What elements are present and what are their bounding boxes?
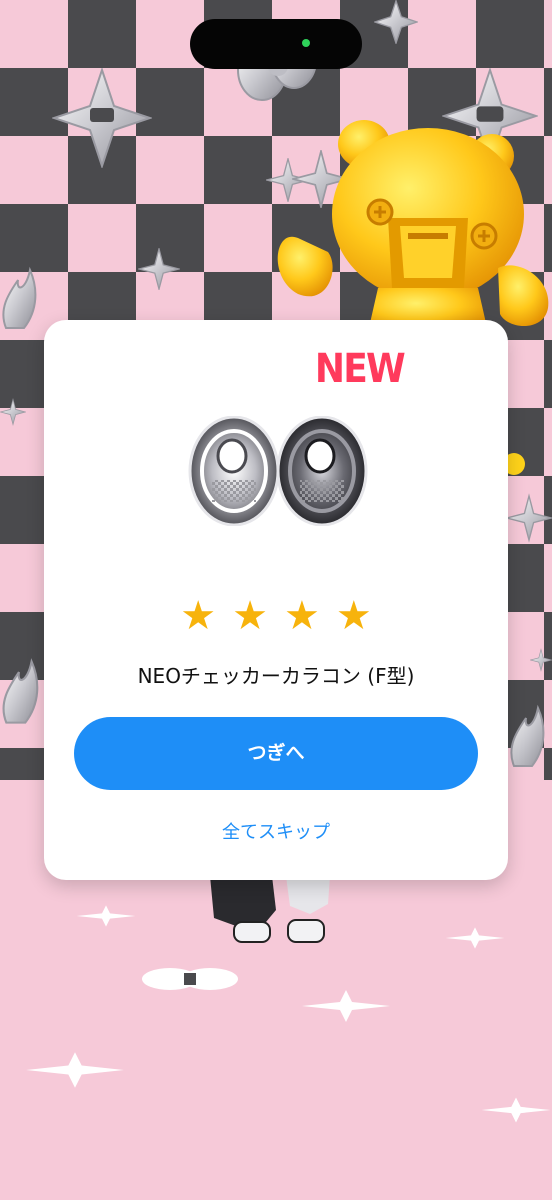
new-badge: NEW — [314, 346, 406, 392]
chrome-flame-icon — [510, 704, 545, 767]
floor-sparkle-decal-icon — [302, 990, 390, 1022]
chrome-sparkle-icon — [52, 68, 152, 168]
golden-bear-character — [277, 120, 549, 332]
chrome-sparkle-icon — [138, 248, 180, 290]
star-icon: ★ — [284, 593, 320, 639]
rarity-stars: ★ ★ ★ ★ — [44, 594, 508, 638]
chrome-sparkle-icon — [530, 648, 552, 672]
checker-contact-lens-icon — [188, 416, 368, 526]
chrome-sparkle-icon — [0, 397, 26, 427]
item-name: NEOチェッカーカラコン (F型) — [137, 664, 415, 688]
chrome-sparkle-icon — [506, 493, 552, 543]
game-screen: NEW ★ ★ ★ ★ NEOチェッカーカラコン (F型) つぎへ 全てスキップ — [0, 0, 552, 1200]
floor-sparkle-decal-icon — [76, 905, 136, 927]
floor-sparkle-decal-icon — [445, 927, 505, 949]
floor-sparkle-decal-icon — [481, 1097, 551, 1123]
camera-indicator-dot — [302, 39, 310, 47]
item-reward-dialog: NEW ★ ★ ★ ★ NEOチェッカーカラコン (F型) つぎへ 全てスキップ — [44, 320, 508, 880]
next-button[interactable]: つぎへ — [74, 717, 478, 790]
chrome-sparkle-icon — [374, 0, 418, 44]
floor-bow-decal-icon — [142, 968, 238, 990]
skip-all-link[interactable]: 全てスキップ — [44, 818, 508, 844]
floor-sparkle-decal-icon — [26, 1052, 124, 1088]
avatar-legs — [210, 876, 330, 943]
chrome-flame-icon — [2, 266, 37, 329]
star-icon: ★ — [180, 593, 217, 639]
dynamic-island — [190, 19, 362, 69]
chrome-flame-icon — [2, 658, 39, 724]
star-icon: ★ — [335, 593, 372, 639]
star-icon: ★ — [232, 593, 268, 639]
